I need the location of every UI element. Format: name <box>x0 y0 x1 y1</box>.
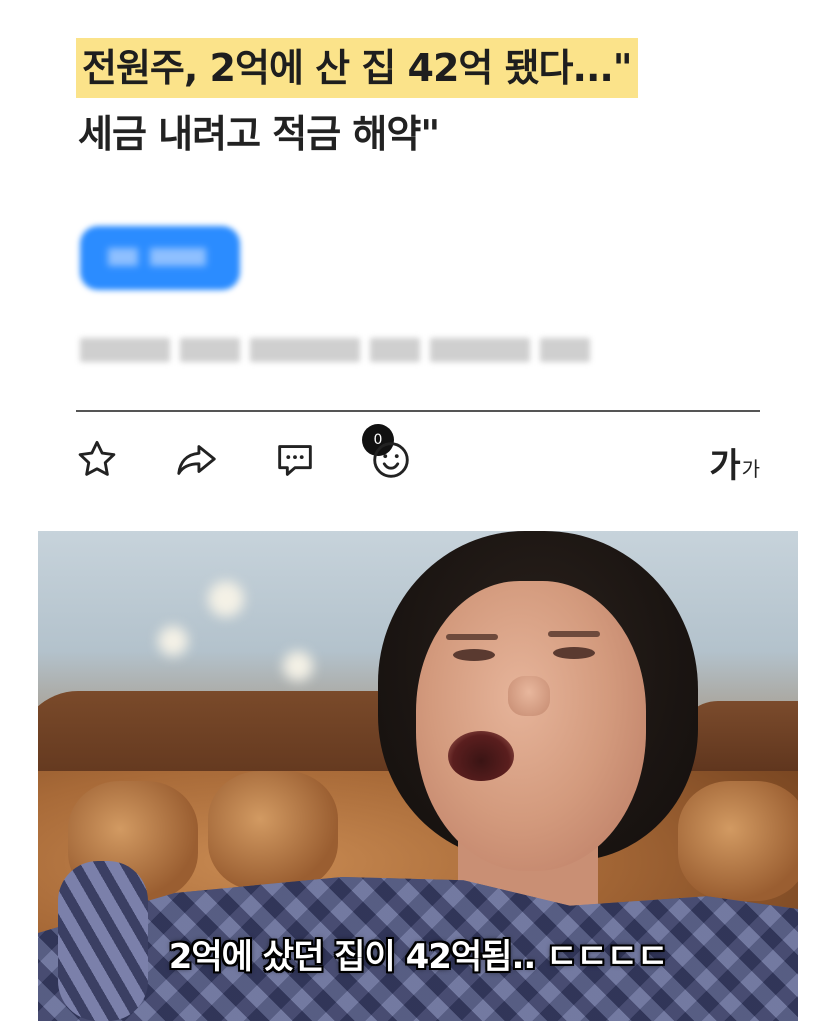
article-photo: 2억에 샀던 집이 42억됨.. ㄷㄷㄷㄷ <box>38 531 798 1021</box>
smiley-icon <box>373 442 409 478</box>
article-toolbar: 0 가 가 <box>70 424 770 494</box>
font-size-button[interactable]: 가 가 <box>709 436 760 486</box>
font-size-small-label: 가 <box>741 457 760 481</box>
share-arrow-icon <box>177 445 216 475</box>
comment-button[interactable] <box>268 430 322 490</box>
video-subtitle: 2억에 샀던 집이 42억됨.. ㄷㄷㄷㄷ <box>168 937 669 977</box>
divider <box>76 410 760 412</box>
font-size-big-label: 가 <box>709 446 741 486</box>
blurred-press-logo <box>80 226 240 290</box>
reaction-button[interactable] <box>364 430 418 490</box>
star-outline-icon <box>78 440 116 476</box>
share-button[interactable] <box>170 430 224 490</box>
article-headline: 전원주, 2억에 산 집 42억 됐다..." 세금 내려고 적금 해약" <box>76 38 776 162</box>
headline-line-2: 세금 내려고 적금 해약" <box>78 112 440 156</box>
bookmark-button[interactable] <box>70 430 124 490</box>
comment-icon <box>278 445 312 476</box>
headline-line-1: 전원주, 2억에 산 집 42억 됐다..." <box>76 38 638 98</box>
blurred-article-meta <box>80 338 590 364</box>
